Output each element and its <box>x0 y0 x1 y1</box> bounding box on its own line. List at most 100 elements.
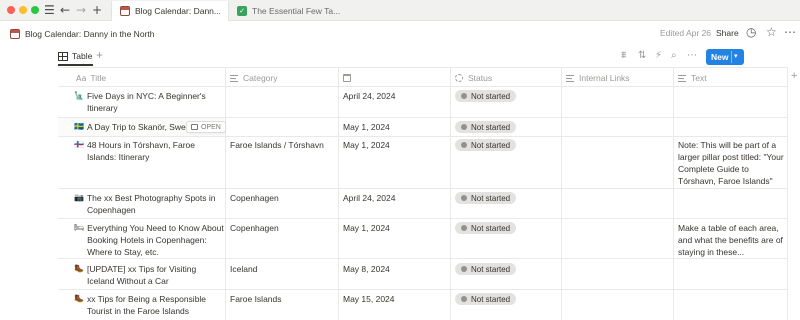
status-dot-icon <box>461 195 467 201</box>
row-category[interactable]: Copenhagen <box>230 192 279 204</box>
row-category[interactable]: Faroe Islands / Tórshavn <box>230 139 336 151</box>
chevron-down-icon[interactable]: ▾ <box>734 52 738 60</box>
forward-arrow-icon[interactable]: → <box>76 3 86 17</box>
status-dot-icon <box>461 296 467 302</box>
row-divider <box>58 188 788 189</box>
more-options-icon[interactable]: ⋯ <box>784 25 796 39</box>
column-header-label: Internal Links <box>579 73 630 83</box>
favorite-star-icon[interactable]: ☆ <box>766 25 777 39</box>
header-bottom-border <box>58 86 788 87</box>
column-header-title[interactable]: Aa Title <box>76 72 106 84</box>
row-category[interactable]: Copenhagen <box>230 222 279 234</box>
row-title-cell[interactable]: 🥾 xx Tips for Being a Responsible Touris… <box>74 293 224 317</box>
row-title: Everything You Need to Know About Bookin… <box>87 223 224 257</box>
status-badge[interactable]: Not started <box>455 90 517 102</box>
check-icon: ✓ <box>237 6 247 16</box>
share-button[interactable]: Share <box>716 28 739 38</box>
row-title-cell[interactable]: 🗽 Five Days in NYC: A Beginner's Itinera… <box>74 90 224 114</box>
row-date[interactable]: April 24, 2024 <box>343 192 395 204</box>
status-label: Not started <box>471 140 511 150</box>
add-property-icon[interactable]: + <box>791 70 797 82</box>
column-divider <box>787 67 788 320</box>
row-category[interactable]: Faroe Islands <box>230 293 282 305</box>
page-title: Blog Calendar: Danny in the North <box>25 29 155 39</box>
new-tab-icon[interactable]: + <box>92 3 102 17</box>
status-dot-icon <box>461 142 467 148</box>
column-header-category[interactable]: Category <box>230 72 278 84</box>
new-button[interactable]: New ▾ <box>706 49 744 65</box>
minimize-window-button[interactable] <box>19 6 27 14</box>
column-header-text[interactable]: Text <box>678 72 707 84</box>
status-badge[interactable]: Not started <box>455 192 517 204</box>
calendar-icon <box>120 6 130 16</box>
status-label: Not started <box>471 223 511 233</box>
row-title: xx Tips for Being a Responsible Tourist … <box>86 294 207 316</box>
status-badge[interactable]: Not started <box>455 121 517 133</box>
active-view-indicator <box>58 64 93 66</box>
row-title-cell[interactable]: 📷 The xx Best Photography Spots in Copen… <box>74 192 224 216</box>
row-divider <box>58 136 788 137</box>
row-divider <box>58 258 788 259</box>
maximize-window-button[interactable] <box>31 6 39 14</box>
column-header-status[interactable]: Status <box>455 72 492 84</box>
sort-icon[interactable]: ⇅ <box>638 50 646 61</box>
column-header-label: Title <box>90 73 107 83</box>
row-title-cell[interactable]: 🇸🇪 A Day Trip to Skanör, Swede <box>74 121 186 133</box>
status-badge[interactable]: Not started <box>455 222 517 234</box>
row-divider <box>58 218 788 219</box>
back-arrow-icon[interactable]: ← <box>60 3 70 17</box>
row-date[interactable]: May 1, 2024 <box>343 139 390 151</box>
row-title: [UPDATE] xx Tips for Visiting Iceland Wi… <box>86 264 197 286</box>
tab-label: The Essential Few Ta... <box>252 6 341 16</box>
camera-icon: 📷 <box>74 193 84 202</box>
search-icon[interactable]: ⌕ <box>671 50 677 61</box>
view-tab-label: Table <box>72 51 93 61</box>
row-date[interactable]: April 24, 2024 <box>343 90 395 102</box>
row-date[interactable]: May 8, 2024 <box>343 263 390 275</box>
calendar-icon <box>343 74 351 82</box>
status-badge[interactable]: Not started <box>455 293 517 305</box>
status-dot-icon <box>461 225 467 231</box>
statue-of-liberty-icon: 🗽 <box>74 91 84 100</box>
table-icon <box>58 51 68 61</box>
row-date[interactable]: May 15, 2024 <box>343 293 395 305</box>
status-dot-icon <box>461 93 467 99</box>
row-title: 48 Hours in Tórshavn, Faroe Islands: Iti… <box>86 140 196 162</box>
hiking-boot-icon: 🥾 <box>74 294 84 303</box>
row-text[interactable]: Make a table of each area, and what the … <box>678 222 786 258</box>
sidebar-menu-icon[interactable]: ☰ <box>44 3 55 17</box>
row-title-cell[interactable]: 🛏 Everything You Need to Know About Book… <box>74 222 224 258</box>
row-date[interactable]: May 1, 2024 <box>343 222 390 234</box>
status-label: Not started <box>471 294 511 304</box>
row-title-cell[interactable]: 🥾 [UPDATE] xx Tips for Visiting Iceland … <box>74 263 224 287</box>
row-title-cell[interactable]: 🇫🇴 48 Hours in Tórshavn, Faroe Islands: … <box>74 139 224 163</box>
view-options-icon[interactable]: ⋯ <box>687 50 697 61</box>
hiking-boot-icon: 🥾 <box>74 264 84 273</box>
column-header-date[interactable] <box>343 72 354 84</box>
status-dot-icon <box>461 266 467 272</box>
list-icon <box>566 74 574 82</box>
history-clock-icon[interactable]: ◷ <box>746 25 756 39</box>
column-divider <box>450 67 451 320</box>
tab-blog-calendar[interactable]: Blog Calendar: Dann... <box>111 1 229 21</box>
add-view-icon[interactable]: + <box>96 48 103 62</box>
row-divider <box>58 289 788 290</box>
column-header-internal-links[interactable]: Internal Links <box>566 72 630 84</box>
automation-bolt-icon[interactable]: ⚡ <box>655 50 662 61</box>
bed-icon: 🛏 <box>74 223 85 232</box>
row-category[interactable]: Iceland <box>230 263 257 275</box>
column-header-label: Text <box>691 73 707 83</box>
row-text[interactable]: Note: This will be part of a larger pill… <box>678 139 784 187</box>
close-window-button[interactable] <box>7 6 15 14</box>
row-title: The xx Best Photography Spots in Copenha… <box>86 193 216 215</box>
filter-icon[interactable]: ⩩ <box>621 50 626 61</box>
status-badge[interactable]: Not started <box>455 263 517 275</box>
row-date[interactable]: May 1, 2024 <box>343 121 390 133</box>
view-tab-table[interactable]: Table <box>58 51 92 61</box>
breadcrumb[interactable]: Blog Calendar: Danny in the North <box>10 27 154 41</box>
column-divider <box>225 67 226 320</box>
status-icon <box>455 74 463 82</box>
open-row-button[interactable]: OPEN <box>186 121 226 133</box>
status-badge[interactable]: Not started <box>455 139 517 151</box>
tab-essential-few[interactable]: ✓ The Essential Few Ta... <box>229 1 349 21</box>
